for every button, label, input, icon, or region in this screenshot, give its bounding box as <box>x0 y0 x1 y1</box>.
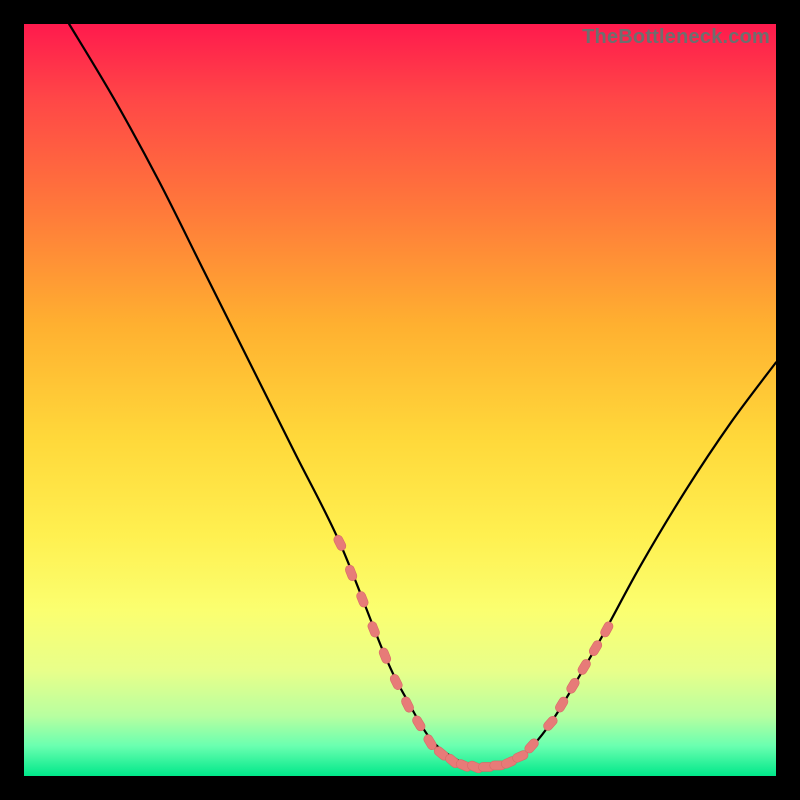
chart-frame: TheBottleneck.com <box>0 0 800 800</box>
curve-marker <box>332 534 347 552</box>
chart-plot-area: TheBottleneck.com <box>24 24 776 776</box>
curve-marker <box>588 639 604 657</box>
chart-svg <box>24 24 776 776</box>
bottleneck-curve <box>69 24 776 768</box>
curve-marker <box>367 620 381 638</box>
marker-layer <box>332 534 614 775</box>
curve-marker <box>355 590 369 608</box>
curve-marker <box>378 647 392 665</box>
curve-marker <box>542 714 559 732</box>
curve-marker <box>344 564 358 582</box>
curve-marker <box>576 658 592 676</box>
